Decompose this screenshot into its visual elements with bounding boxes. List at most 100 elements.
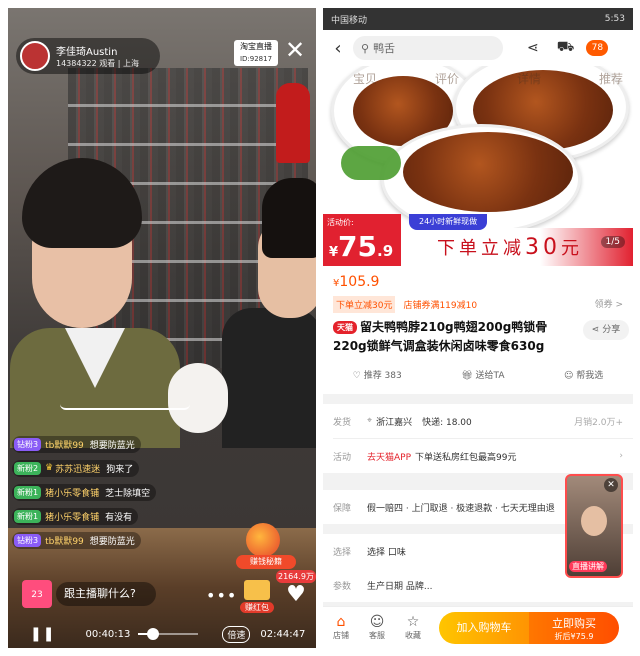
send-ta-button[interactable]: 🎁︎ 送给TA [461, 368, 504, 381]
param-text: 生产日期 品牌... [367, 581, 433, 592]
comment-user: tb默默99 [45, 536, 84, 547]
buy-now-button[interactable]: 立即购买 折后¥75.9 [529, 611, 619, 644]
tab-item[interactable]: 宝贝 [353, 70, 377, 87]
guest-shirt [222, 308, 316, 448]
image-page-indicator: 1/5 [600, 236, 625, 248]
favorite-label: 收藏 [405, 631, 421, 640]
seek-bar[interactable] [138, 628, 199, 640]
activity-price-label: 活动价: [327, 218, 354, 227]
tmall-app-link[interactable]: 去天猫APP [367, 450, 411, 463]
taobao-live-title: 淘宝直播 [240, 42, 272, 51]
close-icon[interactable]: ✕ [283, 38, 307, 62]
comment-user: 猪小乐零食铺 [45, 512, 100, 523]
hongbao-label: 赚红包 [240, 602, 274, 613]
earn-tips-button[interactable]: 赚钱秘籍 [236, 523, 296, 573]
tab-recommend[interactable]: 推荐 [599, 70, 623, 87]
chevron-right-icon: › [619, 451, 623, 461]
guest-hair [262, 178, 316, 258]
back-icon[interactable]: ‹ [323, 38, 353, 59]
pause-icon[interactable]: ❚❚ [30, 626, 55, 642]
store-icon: ⌂ [336, 614, 346, 630]
anchor-name: 李佳琦Austin [56, 47, 118, 58]
promo-unit: 元 [561, 238, 583, 259]
promo-currency: ¥ [329, 245, 339, 260]
anchor-avatar[interactable] [20, 41, 50, 71]
total-time: 02:44:47 [260, 628, 306, 640]
duck-collarbone [403, 132, 573, 212]
fresh-ribbon: 24小时新鲜现做 [409, 214, 488, 230]
comment-text: 狗来了 [106, 464, 134, 475]
recommend-button[interactable]: ♡ 推荐 383 [353, 368, 402, 381]
recommend-label: 推荐 383 [363, 371, 402, 381]
add-to-cart-button[interactable]: 加入购物车 [439, 611, 529, 644]
guest-person [222, 178, 316, 448]
share-button[interactable]: ⋖ 分享 [583, 320, 629, 340]
comment-user: tb默默99 [45, 440, 84, 451]
comment-item: 钻粉3 tb默默99 想要防蓝光 [12, 529, 212, 551]
hongbao-icon [244, 580, 270, 600]
select-key: 选择 [333, 547, 352, 558]
activity-key: 活动 [333, 452, 352, 463]
comment-item: 钻粉3 tb默默99 想要防蓝光 [12, 433, 212, 455]
close-icon[interactable]: ✕ [604, 478, 618, 492]
ship-location: 浙江嘉兴 [376, 417, 413, 428]
original-price: 105.9 [339, 274, 380, 290]
red-speaker [276, 83, 310, 163]
location-icon: ⌖ [367, 416, 373, 426]
live-stream-panel: 李佳琦Austin 14384322 观看 | 上海 淘宝直播 ID:92817… [8, 8, 316, 648]
search-icon: ⚲ [361, 41, 370, 55]
live-id: ID:92817 [239, 55, 273, 63]
taobao-live-badge: 淘宝直播 ID:92817 [234, 40, 278, 66]
fan-level-badge: 钻粉3 [14, 533, 42, 547]
host-hair [22, 158, 142, 248]
comment-text: 芝士除填空 [105, 488, 151, 499]
mini-live-window[interactable]: ✕ 直播讲解 [565, 474, 623, 578]
message-badge[interactable]: 78 [586, 40, 609, 56]
product-title: 留夫鸭鸭脖210g鸭翅200g鸭锁骨220g锁鲜气调盒装休闲卤味零食630g [333, 320, 548, 353]
white-dog [168, 363, 228, 433]
discount-tag: 下单立减30元 [333, 296, 396, 313]
service-button[interactable]: ☺ 客服 [359, 614, 395, 641]
store-button[interactable]: ⌂ 店铺 [323, 614, 359, 641]
top-nav: ‹ ⚲ 鸭舌 ⋖ ⛟ 78 [323, 30, 633, 66]
shipping-row[interactable]: 发货 ⌖ 浙江嘉兴 快递: 18.00 月销2.0万+ [323, 404, 633, 438]
get-coupon-link[interactable]: 领券 > [595, 297, 623, 310]
shopping-bag-button[interactable]: 23 [22, 580, 52, 608]
cart-icon[interactable]: ⛟ [557, 39, 575, 57]
crown-icon: ♛ [45, 463, 54, 473]
hongbao-button[interactable]: 赚红包 [240, 580, 274, 614]
playback-bar: ❚❚ 00:40:13 倍速 02:44:47 [8, 620, 316, 648]
help-choose-label: 帮我选 [576, 371, 604, 381]
more-icon[interactable]: ••• [206, 586, 237, 605]
help-choose-button[interactable]: ☺ 帮我选 [564, 368, 603, 381]
gift-icon: 🎁︎ [461, 371, 473, 381]
shipping-section: 发货 ⌖ 浙江嘉兴 快递: 18.00 月销2.0万+ 活动 去天猫APP 下单… [323, 404, 633, 473]
tab-reviews[interactable]: 评价 [435, 70, 459, 87]
carrier: 中国移动 [331, 15, 368, 26]
speed-button[interactable]: 倍速 [222, 625, 251, 643]
favorite-button[interactable]: ☆ 收藏 [395, 614, 431, 641]
comment-feed: 钻粉3 tb默默99 想要防蓝光 新粉2 ♛ 苏苏迅速迷 狗来了 新粉1 猪小乐… [12, 433, 212, 553]
star-icon: ☆ [406, 614, 420, 630]
detail-tabs: 宝贝 评价 详情 推荐 [353, 70, 623, 87]
bag-count: 23 [31, 590, 43, 600]
anchor-location: 上海 [123, 59, 140, 68]
seek-knob[interactable] [147, 628, 160, 640]
social-actions: ♡ 推荐 383 🎁︎ 送给TA ☺ 帮我选 [323, 368, 633, 381]
status-time: 5:53 [604, 14, 625, 24]
chat-input[interactable]: 跟主播聊什么? [56, 582, 156, 606]
tab-details[interactable]: 详情 [517, 70, 541, 87]
share-icon[interactable]: ⋖ [527, 40, 539, 56]
product-hero-image[interactable]: 宝贝 评价 详情 推荐 下单立减30元 24小时新鲜现做 活动价: ¥75.9 … [323, 66, 633, 266]
select-text: 选择 口味 [367, 547, 406, 558]
search-input[interactable]: ⚲ 鸭舌 [353, 36, 503, 60]
promo-strip: 下单立减30元 [401, 228, 633, 266]
anchor-info[interactable]: 李佳琦Austin 14384322 观看 | 上海 [16, 38, 160, 74]
activity-row[interactable]: 活动 去天猫APP 下单送私房红包最高99元 › [323, 439, 633, 473]
garnish [341, 146, 401, 180]
like-button[interactable]: 2164.9万 ♥ [276, 570, 316, 614]
promo-banner: 下单立减30元 24小时新鲜现做 活动价: ¥75.9 1/5 [323, 214, 633, 266]
comment-item: 新粉1 猪小乐零食铺 有没有 [12, 505, 212, 527]
param-key: 参数 [333, 581, 352, 592]
fan-level-badge: 新粉1 [14, 485, 42, 499]
